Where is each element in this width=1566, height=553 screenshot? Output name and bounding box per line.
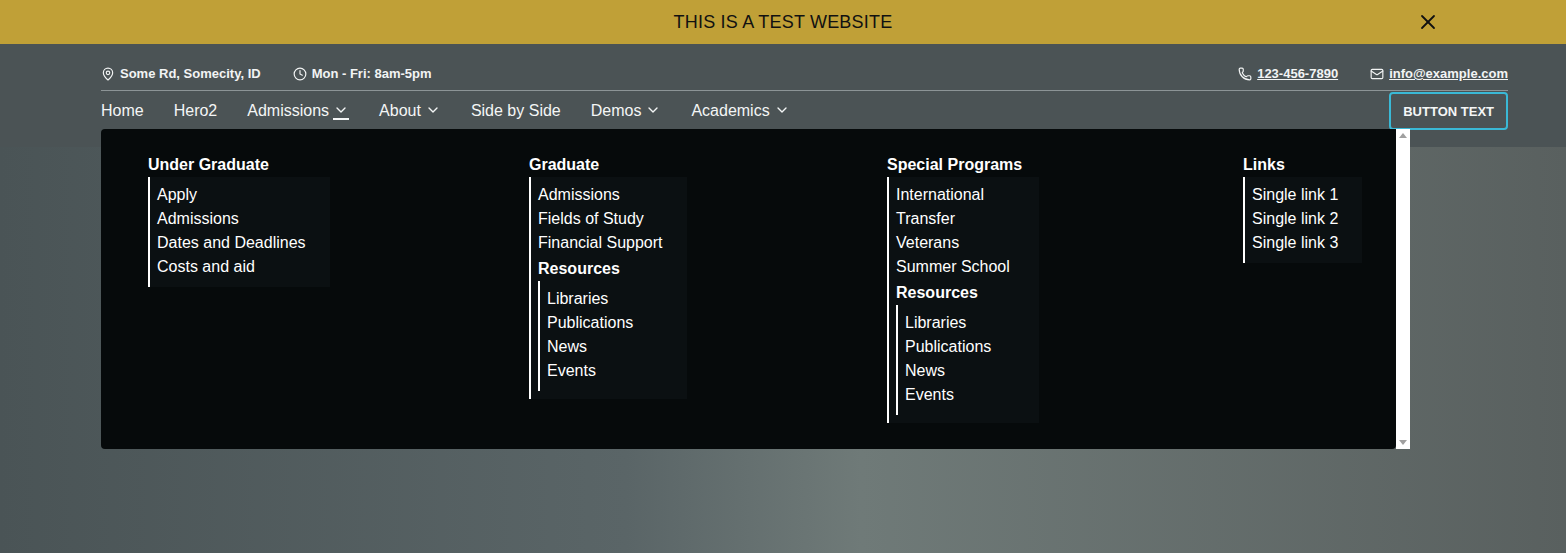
main-nav-bar: Home Hero2 Admissions About Side by Side Demo…: [101, 91, 1508, 131]
menu-link[interactable]: Admissions: [538, 183, 620, 207]
menu-link[interactable]: Publications: [905, 335, 991, 359]
location-pin-icon: [101, 67, 115, 81]
menu-link[interactable]: Publications: [547, 311, 633, 335]
menu-link[interactable]: News: [547, 335, 587, 359]
menu-subgroup: ResourcesLibrariesPublicationsNewsEvents: [538, 259, 657, 391]
link-list: InternationalTransferVeteransSummer Scho…: [887, 177, 1039, 423]
sub-link-list: LibrariesPublicationsNewsEvents: [538, 281, 657, 391]
utility-bar: Some Rd, Somecity, ID Mon - Fri: 8am-5pm 1…: [101, 44, 1508, 91]
chevron-down-icon: [645, 102, 661, 118]
mega-menu: Under GraduateApplyAdmissionsDates and D…: [101, 129, 1410, 449]
phone-link[interactable]: 123-456-7890: [1238, 66, 1338, 81]
link-list: AdmissionsFields of StudyFinancial Suppo…: [529, 177, 687, 399]
chevron-down-icon: [425, 102, 441, 118]
sub-link-list: LibrariesPublicationsNewsEvents: [896, 305, 1015, 415]
banner-close-button[interactable]: [1416, 10, 1440, 34]
menu-link[interactable]: Apply: [157, 183, 197, 207]
chevron-down-icon: [774, 102, 790, 118]
test-banner: THIS IS A TEST WEBSITE: [0, 0, 1566, 44]
menu-link[interactable]: Single link 3: [1252, 231, 1338, 255]
nav-item[interactable]: Demos: [591, 102, 662, 120]
main-nav: Home Hero2 Admissions About Side by Side Demo…: [101, 102, 1389, 120]
nav-item[interactable]: Hero2: [174, 102, 218, 120]
menu-column: Special ProgramsInternationalTransferVet…: [887, 155, 1243, 423]
menu-link[interactable]: Transfer: [896, 207, 955, 231]
menu-link[interactable]: Dates and Deadlines: [157, 231, 306, 255]
menu-link[interactable]: Events: [905, 383, 954, 407]
subgroup-heading: Resources: [538, 259, 620, 279]
dropdown-chevron: [425, 102, 441, 120]
menu-link[interactable]: Events: [547, 359, 596, 383]
nav-item[interactable]: Side by Side: [471, 102, 561, 120]
phone-icon: [1238, 67, 1252, 81]
menu-column: Under GraduateApplyAdmissionsDates and D…: [148, 155, 529, 287]
nav-item[interactable]: Admissions: [247, 102, 349, 120]
menu-link[interactable]: News: [905, 359, 945, 383]
menu-link[interactable]: Summer School: [896, 255, 1010, 279]
dropdown-chevron: [333, 102, 349, 120]
menu-link[interactable]: Libraries: [547, 287, 608, 311]
menu-scrollbar[interactable]: [1396, 129, 1410, 449]
column-heading: Special Programs: [887, 155, 1022, 175]
menu-link[interactable]: Admissions: [157, 207, 239, 231]
menu-link[interactable]: Veterans: [896, 231, 959, 255]
scroll-up-icon[interactable]: [1399, 133, 1407, 138]
menu-link[interactable]: Single link 1: [1252, 183, 1338, 207]
page: THIS IS A TEST WEBSITE Some Rd, Somecity,…: [0, 0, 1566, 553]
column-heading: Graduate: [529, 155, 599, 175]
link-list: Single link 1Single link 2Single link 3: [1243, 177, 1362, 263]
menu-subgroup: ResourcesLibrariesPublicationsNewsEvents: [896, 283, 1015, 415]
menu-link[interactable]: International: [896, 183, 984, 207]
menu-link[interactable]: Costs and aid: [157, 255, 255, 279]
office-hours: Mon - Fri: 8am-5pm: [293, 66, 432, 81]
dropdown-chevron: [774, 102, 790, 120]
scroll-down-icon[interactable]: [1399, 440, 1407, 445]
menu-link[interactable]: Financial Support: [538, 231, 663, 255]
subgroup-heading: Resources: [896, 283, 978, 303]
menu-link[interactable]: Libraries: [905, 311, 966, 335]
close-icon: [1416, 10, 1440, 34]
chevron-down-icon: [333, 102, 349, 118]
email-link[interactable]: info@example.com: [1370, 66, 1508, 81]
banner-text: THIS IS A TEST WEBSITE: [674, 12, 893, 33]
clock-icon: [293, 67, 307, 81]
menu-link[interactable]: Fields of Study: [538, 207, 644, 231]
nav-item[interactable]: Home: [101, 102, 144, 120]
nav-item[interactable]: Academics: [691, 102, 789, 120]
column-heading: Under Graduate: [148, 155, 269, 175]
nav-item[interactable]: About: [379, 102, 441, 120]
address: Some Rd, Somecity, ID: [101, 66, 261, 81]
link-list: ApplyAdmissionsDates and DeadlinesCosts …: [148, 177, 330, 287]
dropdown-chevron: [645, 102, 661, 120]
menu-column: GraduateAdmissionsFields of StudyFinanci…: [529, 155, 887, 399]
column-heading: Links: [1243, 155, 1285, 175]
menu-link[interactable]: Single link 2: [1252, 207, 1338, 231]
mega-menu-panel: Under GraduateApplyAdmissionsDates and D…: [101, 129, 1396, 449]
menu-column: LinksSingle link 1Single link 2Single li…: [1243, 155, 1396, 263]
mail-icon: [1370, 67, 1384, 81]
cta-button[interactable]: BUTTON TEXT: [1389, 92, 1508, 130]
